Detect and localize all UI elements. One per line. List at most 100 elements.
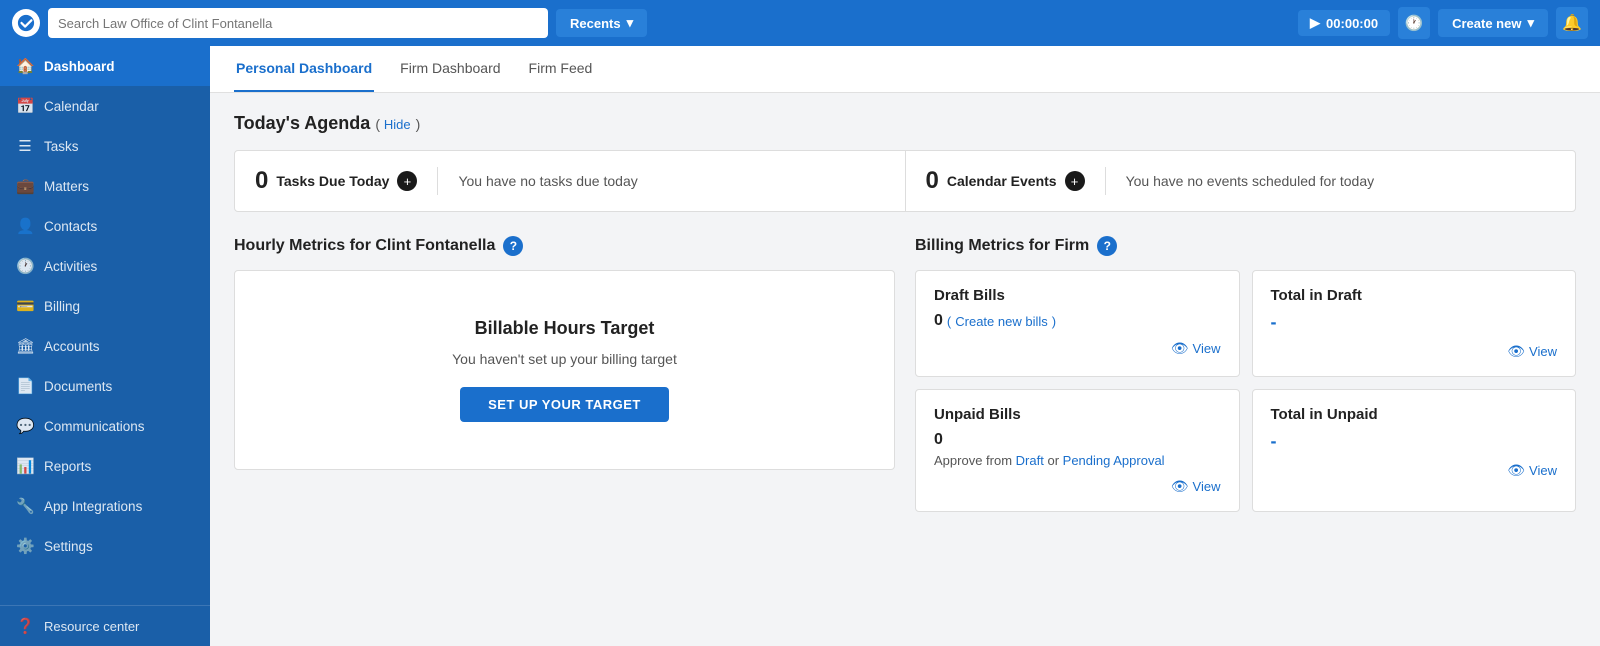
sidebar-label-billing: Billing [44, 299, 80, 314]
metrics-row: Hourly Metrics for Clint Fontanella ? Bi… [234, 236, 1576, 512]
draft-bills-view-link[interactable]: 👁 View [934, 340, 1221, 357]
sidebar-label-calendar: Calendar [44, 99, 99, 114]
total-unpaid-title: Total in Unpaid [1271, 406, 1558, 423]
topnav-right: ▶ 00:00:00 🕐 Create new ▾ 🔔 [1298, 7, 1588, 39]
billable-card-title: Billable Hours Target [475, 318, 655, 339]
sidebar-item-tasks[interactable]: ☰ Tasks [0, 126, 210, 166]
total-draft-value: - [1271, 312, 1558, 333]
recents-button[interactable]: Recents ▾ [556, 9, 647, 37]
sidebar-label-contacts: Contacts [44, 219, 97, 234]
calendar-icon: 📅 [16, 97, 34, 115]
sidebar-label-activities: Activities [44, 259, 97, 274]
events-agenda-cell: 0 Calendar Events + You have no events s… [905, 151, 1576, 211]
agenda-title: Today's Agenda ( Hide ) [234, 113, 1576, 134]
integrations-icon: 🔧 [16, 497, 34, 515]
add-task-button[interactable]: + [397, 171, 417, 191]
setup-target-button[interactable]: SET UP YOUR TARGET [460, 387, 669, 422]
paren-close: ) [1052, 314, 1056, 329]
activities-icon: 🕐 [16, 257, 34, 275]
app-logo[interactable] [12, 9, 40, 37]
sidebar-item-dashboard[interactable]: 🏠 Dashboard [0, 46, 210, 86]
tab-firm-dashboard[interactable]: Firm Dashboard [398, 46, 502, 92]
sidebar-label-dashboard: Dashboard [44, 59, 115, 74]
sidebar-item-accounts[interactable]: 🏛 Accounts [0, 326, 210, 366]
unpaid-bills-card: Unpaid Bills 0 Approve from Draft or [915, 389, 1240, 512]
sidebar-item-communications[interactable]: 💬 Communications [0, 406, 210, 446]
sidebar-bottom: ❓ Resource center [0, 605, 210, 646]
app-body: 🏠 Dashboard 📅 Calendar ☰ Tasks 💼 Matters… [0, 46, 1600, 646]
search-input[interactable] [48, 8, 548, 38]
billing-icon: 💳 [16, 297, 34, 315]
timer-display: 00:00:00 [1326, 16, 1378, 31]
accounts-icon: 🏛 [16, 337, 34, 355]
hourly-metrics-info-icon[interactable]: ? [503, 236, 523, 256]
sidebar-label-settings: Settings [44, 539, 93, 554]
tasks-icon: ☰ [16, 137, 34, 155]
create-new-label: Create new [1452, 16, 1521, 31]
sidebar-label-matters: Matters [44, 179, 89, 194]
create-new-bills-link-text[interactable]: Create new bills [955, 314, 1048, 329]
agenda-row: 0 Tasks Due Today + You have no tasks du… [234, 150, 1576, 212]
events-empty-message: You have no events scheduled for today [1126, 173, 1375, 189]
billing-metrics-info-icon[interactable]: ? [1097, 236, 1117, 256]
sidebar-item-settings[interactable]: ⚙️ Settings [0, 526, 210, 566]
total-draft-title: Total in Draft [1271, 287, 1558, 304]
total-unpaid-view-link[interactable]: 👁 View [1271, 462, 1558, 479]
total-unpaid-value: - [1271, 431, 1558, 452]
page-content: Today's Agenda ( Hide ) 0 Tasks Due Toda… [210, 93, 1600, 532]
total-unpaid-card: Total in Unpaid - 👁 View [1252, 389, 1577, 512]
sidebar-item-reports[interactable]: 📊 Reports [0, 446, 210, 486]
sidebar-item-contacts[interactable]: 👤 Contacts [0, 206, 210, 246]
hourly-metrics-section: Hourly Metrics for Clint Fontanella ? Bi… [234, 236, 895, 512]
tasks-label: Tasks Due Today [276, 173, 389, 189]
draft-bills-title: Draft Bills [934, 287, 1221, 304]
total-draft-view-link[interactable]: 👁 View [1271, 343, 1558, 360]
sidebar-item-activities[interactable]: 🕐 Activities [0, 246, 210, 286]
add-event-button[interactable]: + [1065, 171, 1085, 191]
events-label: Calendar Events [947, 173, 1057, 189]
unpaid-bills-view-link[interactable]: 👁 View [934, 478, 1221, 495]
timer-button[interactable]: ▶ 00:00:00 [1298, 10, 1390, 36]
sidebar-item-documents[interactable]: 📄 Documents [0, 366, 210, 406]
clock-icon-button[interactable]: 🕐 [1398, 7, 1430, 39]
sidebar-item-calendar[interactable]: 📅 Calendar [0, 86, 210, 126]
total-draft-card: Total in Draft - 👁 View [1252, 270, 1577, 377]
create-new-bills-link[interactable]: ( [947, 314, 951, 329]
recents-label: Recents [570, 16, 621, 31]
eye-icon: 👁 [1171, 478, 1189, 495]
sidebar-item-resource-center[interactable]: ❓ Resource center [0, 606, 210, 646]
draft-link[interactable]: Draft [1016, 453, 1044, 468]
create-new-button[interactable]: Create new ▾ [1438, 9, 1548, 37]
sidebar-item-app-integrations[interactable]: 🔧 App Integrations [0, 486, 210, 526]
hourly-metrics-title: Hourly Metrics for Clint Fontanella ? [234, 236, 895, 256]
home-icon: 🏠 [16, 57, 34, 75]
top-navigation: Recents ▾ ▶ 00:00:00 🕐 Create new ▾ 🔔 [0, 0, 1600, 46]
chevron-down-icon: ▾ [1527, 15, 1534, 31]
agenda-section: Today's Agenda ( Hide ) 0 Tasks Due Toda… [234, 113, 1576, 212]
resource-icon: ❓ [16, 617, 34, 635]
billable-hours-card: Billable Hours Target You haven't set up… [234, 270, 895, 470]
sidebar-item-billing[interactable]: 💳 Billing [0, 286, 210, 326]
notifications-button[interactable]: 🔔 [1556, 7, 1588, 39]
documents-icon: 📄 [16, 377, 34, 395]
hide-link[interactable]: Hide [384, 117, 411, 132]
chevron-down-icon: ▾ [627, 15, 634, 31]
sidebar-item-matters[interactable]: 💼 Matters [0, 166, 210, 206]
unpaid-bills-count: 0 [934, 431, 1221, 449]
billing-grid: Draft Bills 0 ( Create new bills) 👁 View [915, 270, 1576, 512]
bell-icon: 🔔 [1562, 13, 1582, 33]
tasks-count-group: 0 Tasks Due Today + [255, 167, 438, 195]
pending-approval-link[interactable]: Pending Approval [1063, 453, 1165, 468]
contacts-icon: 👤 [16, 217, 34, 235]
tabs-bar: Personal Dashboard Firm Dashboard Firm F… [210, 46, 1600, 93]
eye-icon: 👁 [1171, 340, 1189, 357]
sidebar-label-reports: Reports [44, 459, 91, 474]
tab-firm-feed[interactable]: Firm Feed [527, 46, 595, 92]
sidebar-label-tasks: Tasks [44, 139, 79, 154]
tab-personal-dashboard[interactable]: Personal Dashboard [234, 46, 374, 92]
play-icon: ▶ [1310, 15, 1320, 31]
clock-icon: 🕐 [1405, 14, 1424, 32]
eye-icon: 👁 [1507, 343, 1525, 360]
tasks-empty-message: You have no tasks due today [458, 173, 637, 189]
draft-bills-count: 0 (Create new bills) [934, 312, 1221, 330]
